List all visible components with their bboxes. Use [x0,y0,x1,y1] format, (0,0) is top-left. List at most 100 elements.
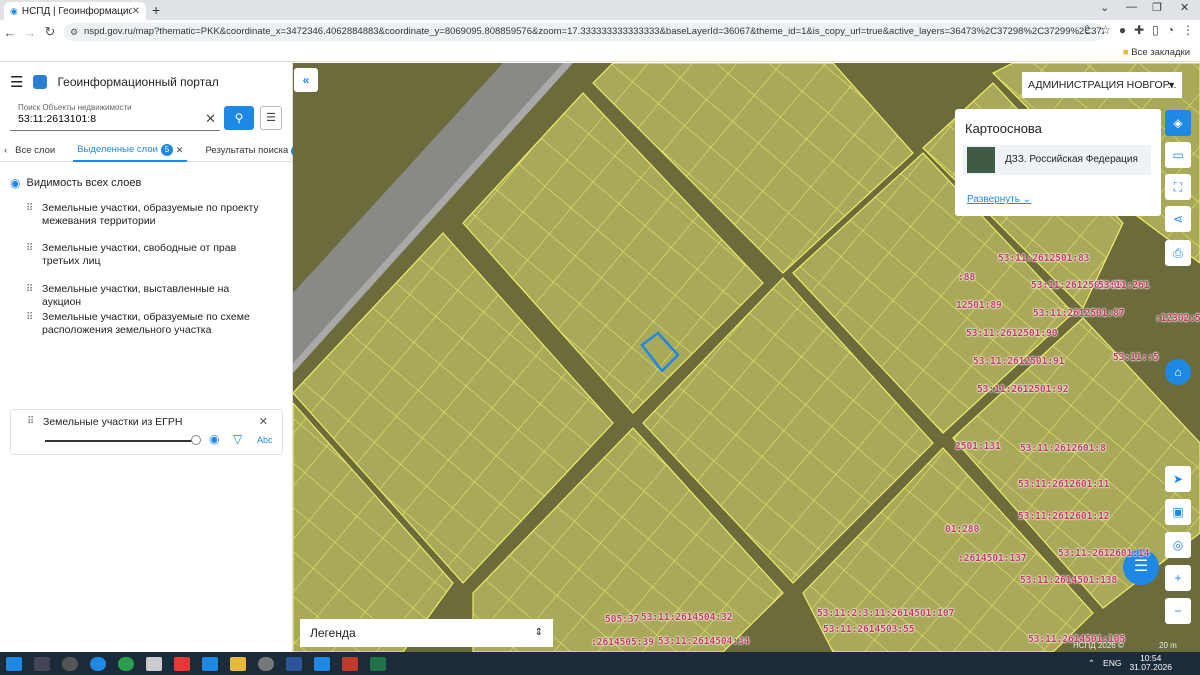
yandex-icon[interactable] [174,656,190,671]
hamburger-menu-icon[interactable]: ☰ [10,73,23,91]
zoom-in-button[interactable]: + [1165,565,1191,591]
layer-item[interactable]: ⠿ Земельные участки, свободные от прав тр… [26,242,266,268]
toggle-all-layers[interactable]: ◉ Видимость всех слоев [10,176,141,190]
cadastral-number-label[interactable]: 53:11:2612501:83 [998,253,1090,264]
drag-handle-icon[interactable]: ⠿ [26,283,33,296]
cadastral-number-label[interactable]: 53:11:2612601:8 [1020,443,1106,454]
map-canvas[interactable]: « АДМИНИСТРАЦИЯ НОВГОР... ▼ Картооснова … [293,63,1200,652]
cadastral-number-label[interactable]: 01:280 [945,524,979,535]
layer-item[interactable]: ⠿ Земельные участки, образуемые по схеме … [26,311,266,337]
cadastral-number-label[interactable]: 53:11:2614504:34 [658,636,750,647]
minimize-button[interactable]: — [1126,1,1137,13]
store-icon[interactable] [146,656,162,671]
edge-icon[interactable] [90,656,106,671]
tray-up-icon[interactable]: ⌃ [1088,658,1095,669]
task-view-icon[interactable] [34,656,50,671]
folder-icon[interactable] [230,656,246,671]
cadastral-number-label[interactable]: :2614505:39 [591,637,654,648]
forward-icon[interactable]: → [20,25,40,40]
cadastral-number-label[interactable]: 53:11:2612501:90 [966,328,1058,339]
cadastral-number-label[interactable]: 2501:131 [955,441,1001,452]
layer-item[interactable]: ⠿ Земельные участки, выставленные на аукц… [26,283,266,309]
cadastral-number-label[interactable]: :88 [958,272,975,283]
reload-icon[interactable]: ↻ [40,24,60,40]
cadastral-number-label[interactable]: 53:11:2614504:32 [641,612,733,623]
site-info-icon[interactable]: ⚙ [70,23,78,41]
gosuslugi-button[interactable]: ⌂ [1165,359,1191,385]
back-icon[interactable]: ← [0,25,20,40]
chrome-icon[interactable] [118,656,134,671]
layer-item[interactable]: ⠿ Земельные участки, образуемые по проект… [26,202,266,228]
share-button[interactable]: ⋖ [1165,206,1191,232]
url-field[interactable]: ⚙ nspd.gov.ru/map?thematic=PKK&coordinat… [64,23,1104,41]
app2-icon[interactable] [342,656,358,671]
cadastral-number-label[interactable]: 53:11:2612601:12 [1018,511,1110,522]
close-icon[interactable]: ✕ [176,140,184,160]
all-bookmarks-link[interactable]: Все закладки [1123,47,1190,58]
clear-icon[interactable]: ✕ [205,111,216,127]
chevron-down-icon[interactable]: ⌄ [1100,1,1109,14]
geolocation-button[interactable]: ◎ [1165,532,1191,558]
print-button[interactable]: ⎙ [1165,240,1191,266]
cadastral-number-label[interactable]: 53:11:261 [1098,280,1149,291]
cadastral-number-label[interactable]: 12501:89 [956,300,1002,311]
locate-button[interactable]: ➤ [1165,466,1191,492]
app-icon[interactable] [258,656,274,671]
drag-handle-icon[interactable]: ⠿ [26,242,33,255]
tabs-scroll-left[interactable]: ‹ [0,145,11,156]
windows-start-icon[interactable] [6,656,22,671]
clock[interactable]: 10:54 31.07.2026 [1129,654,1172,672]
cadastral-number-label[interactable]: :2614501:137 [958,553,1027,564]
basemap-option[interactable]: ДЗЗ. Российская Федерация [963,145,1151,175]
cadastral-number-label[interactable]: 53:11:2614503:55 [823,624,915,635]
new-tab-button[interactable]: + [152,2,160,18]
puzzle-icon[interactable]: ✚ [1134,23,1144,37]
measure-tool-button[interactable]: ▭ [1165,142,1191,168]
maximize-button[interactable]: ❐ [1152,1,1162,14]
cadastral-number-label[interactable]: 53:11:2614501:138 [1020,575,1117,586]
search-input[interactable] [18,113,198,125]
search-button[interactable]: ⚲ [224,106,254,130]
legend-dropdown[interactable]: Легенда ⇕ [300,619,553,647]
collapse-sidebar-button[interactable]: « [294,68,318,92]
cadastral-number-label[interactable]: :12302:5 [1155,313,1200,324]
mail-icon[interactable] [202,656,218,671]
eye-icon[interactable]: ◉ [209,432,219,446]
close-window-button[interactable]: ✕ [1180,1,1189,14]
opacity-slider-handle[interactable] [191,435,201,445]
sidepanel-icon[interactable]: ▯ [1152,23,1159,37]
select-area-button[interactable]: ⛶ [1165,174,1191,200]
admin-dropdown[interactable]: АДМИНИСТРАЦИЯ НОВГОР... ▼ [1022,72,1182,98]
expand-link[interactable]: Развернуть ⌄ [967,194,1031,205]
cadastral-number-label[interactable]: 53:11::5 [1113,352,1159,363]
share-icon[interactable]: ⇪ [1082,23,1092,37]
labels-icon[interactable]: Abc [257,435,273,445]
cadastral-number-label[interactable]: 53:11:2612601:14 [1058,548,1150,559]
cadastral-number-label[interactable]: 53:11:2612501:92 [977,384,1069,395]
profile-icon[interactable]: ◔ [1167,23,1174,37]
basemap-tool-button[interactable]: ◈ [1165,110,1191,136]
star-icon[interactable]: ☆ [1100,23,1111,37]
browser-tab[interactable]: ◉ НСПД | Геоинформационный ✕ [4,2,146,20]
opacity-slider[interactable] [45,440,195,442]
drag-handle-icon[interactable]: ⠿ [26,311,33,324]
menu-icon[interactable]: ⋮ [1182,23,1194,37]
cadastral-number-label[interactable]: 505:37 [605,614,639,625]
word-icon[interactable] [286,656,302,671]
cadastral-number-label[interactable]: 53:11:2612601:11 [1018,479,1110,490]
zoom-out-button[interactable]: − [1165,598,1191,624]
cadastral-number-label[interactable]: 53:11:2612501:91 [973,356,1065,367]
drag-handle-icon[interactable]: ⠿ [27,416,34,427]
yandex-browser-icon[interactable] [314,656,330,671]
cadastral-number-label[interactable]: 53:11:2612501:87 [1033,308,1125,319]
tab-all-layers[interactable]: Все слои [11,145,59,156]
cadastral-number-label[interactable]: 53:11:2:3:11:2614501:107 [817,608,954,619]
extension-icon[interactable]: ● [1119,23,1126,37]
browser-icon[interactable] [62,656,78,671]
drag-handle-icon[interactable]: ⠿ [26,202,33,215]
remove-layer-icon[interactable]: ✕ [259,415,268,428]
close-tab-icon[interactable]: ✕ [132,6,140,17]
filter-settings-button[interactable]: ☰ [260,106,282,130]
filter-icon[interactable]: ▽ [233,432,242,446]
tab-selected-layers[interactable]: Выделенные слои 5 ✕ [73,140,188,162]
